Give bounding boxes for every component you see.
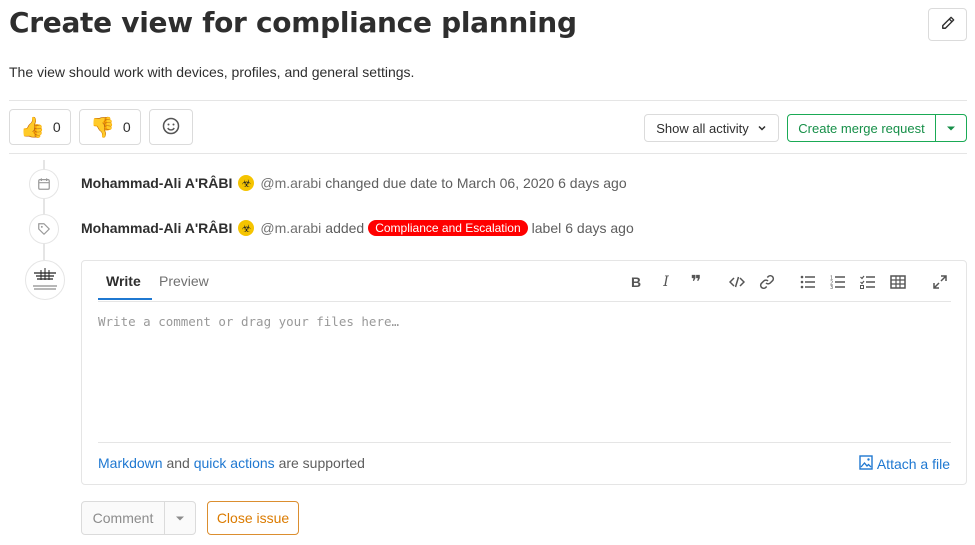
- create-merge-request-split-button: Create merge request: [787, 114, 967, 142]
- note-author[interactable]: Mohammad-Ali A'RÂBI: [81, 175, 232, 191]
- link-icon[interactable]: [758, 273, 776, 291]
- quick-actions-link[interactable]: quick actions: [194, 455, 275, 471]
- add-reaction-button[interactable]: [149, 109, 193, 145]
- comment-type-dropdown[interactable]: [165, 502, 195, 534]
- thumbs-down-icon: 👎: [90, 116, 115, 139]
- divider: [9, 100, 967, 101]
- activity-filter-label: Show all activity: [656, 120, 749, 136]
- bold-icon[interactable]: B: [627, 273, 645, 291]
- note-time[interactable]: 6 days ago: [558, 175, 627, 191]
- table-icon[interactable]: [889, 273, 907, 291]
- markdown-help: Markdown and quick actions are supported: [98, 455, 365, 471]
- attach-file-button[interactable]: Attach a file: [859, 455, 950, 473]
- issue-description: The view should work with devices, profi…: [9, 64, 415, 80]
- note-handle[interactable]: @m.arabi: [260, 175, 321, 191]
- divider: [9, 153, 967, 154]
- status-emoji-icon: ☣: [238, 175, 255, 191]
- note-text: label: [531, 220, 562, 236]
- issue-title: Create view for compliance planning: [9, 6, 577, 39]
- image-icon: [859, 455, 873, 473]
- chevron-down-icon: [757, 121, 767, 136]
- pencil-icon: [941, 16, 955, 33]
- quote-icon[interactable]: ❞: [687, 272, 705, 292]
- tag-icon: [29, 214, 59, 244]
- calendar-icon: [29, 169, 59, 199]
- comment-split-button: Comment: [81, 501, 196, 535]
- fullscreen-icon[interactable]: [931, 273, 949, 291]
- thumbs-up-icon: 👍: [20, 116, 45, 139]
- thumbs-down-count: 0: [122, 119, 131, 135]
- thumbs-up-button[interactable]: 👍 0: [9, 109, 71, 145]
- create-merge-request-dropdown[interactable]: [936, 115, 966, 141]
- note-time[interactable]: 6 days ago: [565, 220, 634, 236]
- thumbs-down-button[interactable]: 👎 0: [79, 109, 141, 145]
- tab-write[interactable]: Write: [106, 273, 141, 289]
- numbered-list-icon[interactable]: 123: [829, 273, 847, 291]
- thumbs-up-count: 0: [52, 119, 61, 135]
- code-icon[interactable]: [728, 273, 746, 291]
- comment-button[interactable]: Comment: [82, 502, 165, 534]
- status-emoji-icon: ☣: [238, 220, 255, 236]
- label-badge[interactable]: Compliance and Escalation: [368, 220, 528, 236]
- edit-issue-button[interactable]: [928, 8, 967, 41]
- timeline-note: Mohammad-Ali A'RÂBI ☣ @m.arabi changed d…: [81, 175, 627, 191]
- markdown-link[interactable]: Markdown: [98, 455, 163, 471]
- tab-preview[interactable]: Preview: [159, 273, 209, 289]
- create-merge-request-button[interactable]: Create merge request: [788, 115, 936, 141]
- task-list-icon[interactable]: [859, 273, 877, 291]
- comment-editor: Write Preview B I ❞ 123 Write a comment …: [81, 260, 967, 485]
- comment-textarea[interactable]: Write a comment or drag your files here…: [98, 314, 399, 329]
- note-author[interactable]: Mohammad-Ali A'RÂBI: [81, 220, 232, 236]
- note-handle[interactable]: @m.arabi: [260, 220, 321, 236]
- svg-text:3: 3: [830, 285, 833, 289]
- active-tab-indicator: [98, 298, 152, 300]
- italic-icon[interactable]: I: [657, 273, 675, 291]
- close-issue-button[interactable]: Close issue: [207, 501, 299, 535]
- divider: [98, 442, 951, 443]
- timeline-note: Mohammad-Ali A'RÂBI ☣ @m.arabi added Com…: [81, 220, 634, 236]
- divider: [98, 301, 951, 302]
- activity-filter-dropdown[interactable]: Show all activity: [644, 114, 779, 142]
- bullet-list-icon[interactable]: [799, 273, 817, 291]
- note-text: added: [325, 220, 365, 236]
- attach-file-label: Attach a file: [876, 456, 950, 472]
- markdown-help-text: are supported: [278, 455, 365, 471]
- note-text: changed due date to March 06, 2020: [325, 175, 555, 191]
- smiley-icon: [162, 117, 180, 138]
- markdown-help-text: and: [166, 455, 190, 471]
- avatar[interactable]: [25, 260, 65, 300]
- caret-down-icon: [175, 510, 185, 526]
- caret-down-icon: [946, 120, 956, 136]
